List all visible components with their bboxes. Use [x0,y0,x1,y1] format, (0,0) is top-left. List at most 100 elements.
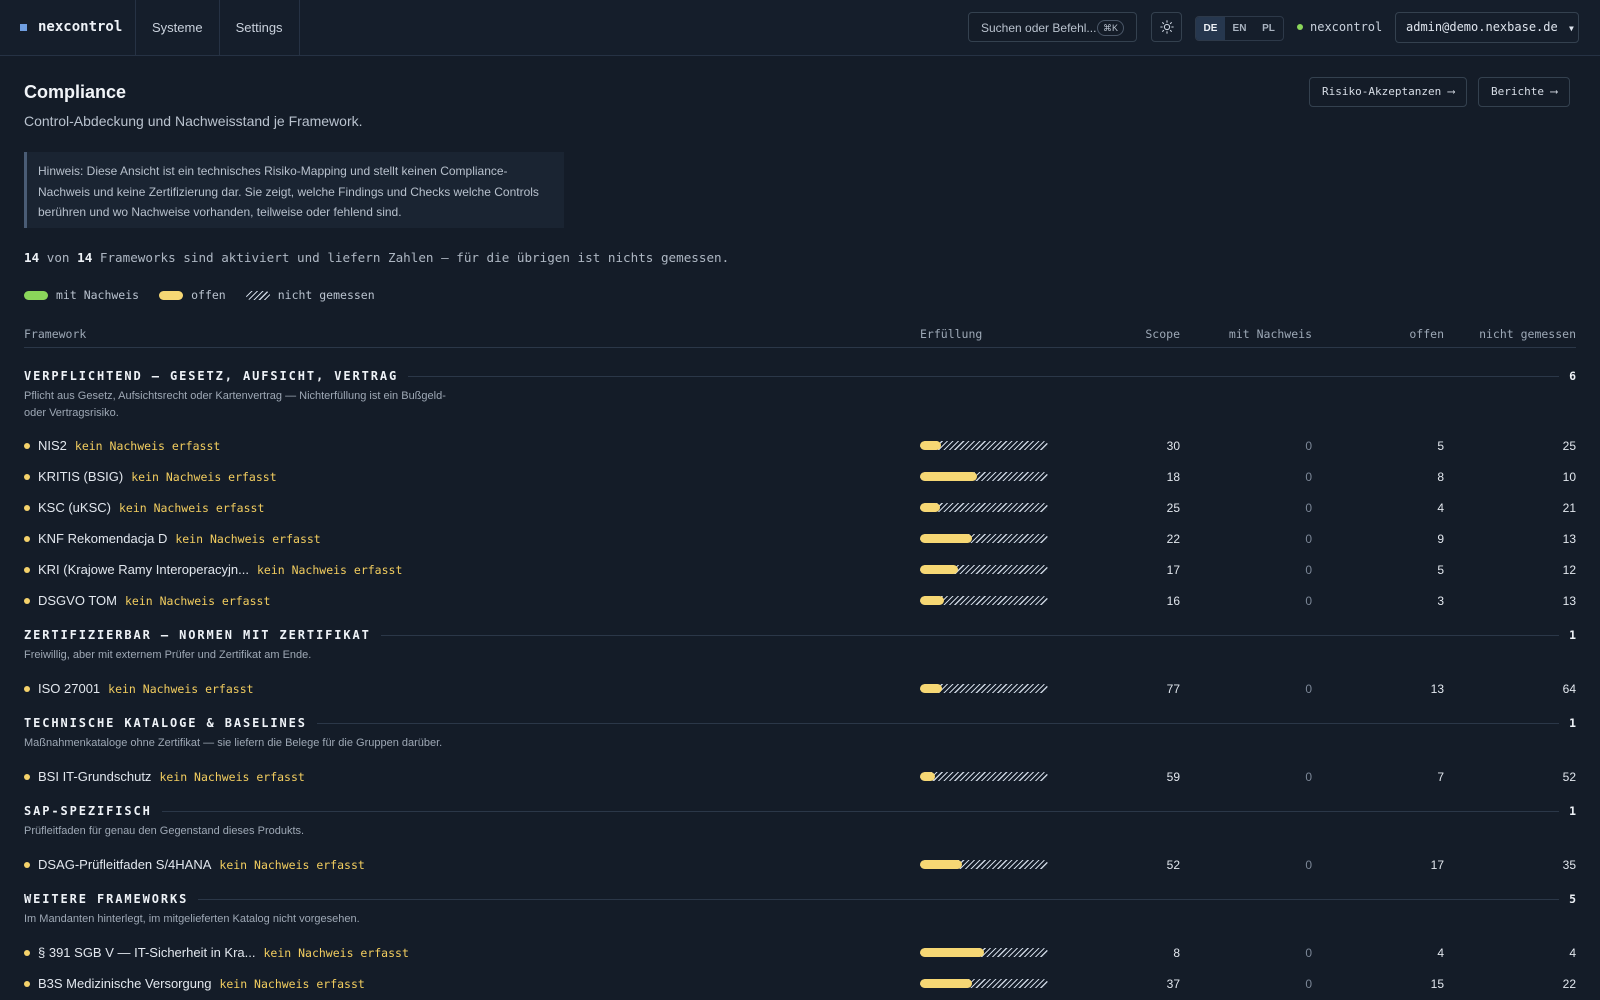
framework-name-link[interactable]: B3S Medizinische Versorgung kein Nachweis… [38,976,365,991]
summary-von: von [46,250,70,265]
framework-name-link[interactable]: NIS2 kein Nachweis erfasst [38,438,220,453]
open-value: 4 [1437,945,1444,960]
evidence-status-badge: kein Nachweis erfasst [175,532,321,546]
legend-item-evidence: mit Nachweis [24,288,139,302]
search-input[interactable]: Suchen oder Befehl... ⌘K [968,12,1137,42]
status-dot [24,980,30,987]
summary-text: Frameworks sind aktiviert und liefern Za… [99,250,730,265]
group-description: Im Mandanten hinterlegt, im mitgeliefert… [24,913,360,925]
scope-value: 25 [1166,501,1180,515]
caret-down-icon: ▼ [1568,24,1574,33]
fulfillment-bar-open [920,596,944,605]
fulfillment-bar [920,472,1048,481]
group-description: Maßnahmenkataloge ohne Zertifikat — sie … [24,737,443,749]
evidence-status-badge: kein Nachweis erfasst [159,769,305,784]
sun-icon [1159,20,1174,34]
fulfillment-bar [920,503,1048,512]
status-dot [24,443,30,449]
status-dot [24,861,30,868]
main-nav: Systeme Settings [135,0,300,55]
search-placeholder: Suchen oder Befehl... [981,21,1097,35]
open-value: 8 [1437,470,1444,484]
group-description: Prüfleitfaden für genau den Gegenstand d… [24,825,305,837]
risk-acceptances-button[interactable]: Risiko-Akzeptanzen ⟶ [1309,77,1468,107]
unmeasured-value: 21 [1562,501,1576,515]
status-dot [24,536,30,542]
legend-label: offen [191,288,226,302]
fulfillment-bar [920,771,1048,781]
col-header-framework[interactable]: Framework [24,327,86,341]
lang-de-button[interactable]: DE [1196,17,1225,40]
group-description: Pflicht aus Gesetz, Aufsichtsrecht oder … [24,390,446,419]
reports-button[interactable]: Berichte ⟶ [1478,77,1571,107]
evidence-status-badge: kein Nachweis erfasst [219,976,365,991]
language-switcher: DE EN PL [1195,16,1284,41]
framework-name: DSAG-Prüfleitfaden S/4HANA [38,856,212,872]
scope-value: 8 [1173,945,1180,960]
user-menu-button[interactable]: admin@demo.nexbase.de ▼ [1395,12,1579,43]
group-count: 1 [1559,628,1576,642]
legend: mit Nachweis offen nicht gemessen [24,288,395,302]
evidence-value: 0 [1305,857,1312,872]
status-dot [24,474,30,480]
brand-square-icon [20,23,27,31]
framework-name: § 391 SGB V — IT-Sicherheit in Kra... [38,944,256,960]
evidence-value: 0 [1305,532,1312,546]
summary-active-count: 14 [24,250,40,265]
user-email: admin@demo.nexbase.de [1406,20,1558,34]
fulfillment-bar [920,978,1048,988]
legend-swatch-evidence [24,290,48,300]
evidence-value: 0 [1305,563,1312,577]
group-divider [24,899,1576,900]
open-value: 4 [1437,501,1444,515]
unmeasured-value: 22 [1562,976,1576,991]
col-header-unmeasured[interactable]: nicht gemessen [1426,327,1576,341]
framework-name-link[interactable]: KNF Rekomendacja D kein Nachweis erfasst [38,531,321,546]
notice-line: Nachweis und keine Zertifizierung dar. S… [38,184,539,199]
framework-name: ISO 27001 [38,680,101,696]
nav-item-systeme[interactable]: Systeme [135,0,219,55]
lang-en-button[interactable]: EN [1225,17,1254,40]
group-count: 5 [1559,892,1576,906]
notice-line: berühren und wo Nachweise vorhanden, tei… [38,205,402,219]
framework-name-link[interactable]: DSAG-Prüfleitfaden S/4HANA kein Nachweis … [38,857,365,872]
group-description: Freiwillig, aber mit externem Prüfer und… [24,649,312,661]
nav-item-settings[interactable]: Settings [218,0,300,55]
group-count: 6 [1559,369,1576,383]
table-header-divider [24,347,1576,348]
evidence-value: 0 [1305,769,1312,784]
open-value: 13 [1430,681,1444,696]
brand-logo[interactable]: nexcontrol [20,19,122,35]
fulfillment-bar-open [920,534,972,543]
framework-name: KSC (uKSC) [38,500,111,515]
framework-name-link[interactable]: § 391 SGB V — IT-Sicherheit in Kra... kei… [38,945,409,960]
fulfillment-bar-open [920,441,941,450]
group-title: TECHNISCHE KATALOGE & BASELINES [24,716,317,730]
fulfillment-bar-open [920,472,977,481]
col-header-fulfillment[interactable]: Erfüllung [920,327,982,341]
evidence-value: 0 [1305,681,1312,696]
framework-name-link[interactable]: KRITIS (BSIG) kein Nachweis erfasst [38,469,277,484]
group-count: 1 [1559,804,1576,818]
framework-name-link[interactable]: KRI (Krajowe Ramy Interoperacyjn... kein … [38,562,402,577]
unmeasured-value: 52 [1562,769,1576,784]
lang-pl-button[interactable]: PL [1254,17,1283,40]
framework-name-link[interactable]: BSI IT-Grundschutz kein Nachweis erfasst [38,769,305,784]
open-value: 7 [1437,769,1444,784]
fulfillment-bar-open [920,859,962,869]
group-title: WEITERE FRAMEWORKS [24,892,199,906]
framework-name-link[interactable]: ISO 27001 kein Nachweis erfasst [38,681,254,696]
col-header-evidence[interactable]: mit Nachweis [1162,327,1312,341]
framework-name-link[interactable]: KSC (uKSC) kein Nachweis erfasst [38,500,264,515]
framework-name-link[interactable]: DSGVO TOM kein Nachweis erfasst [38,593,270,608]
unmeasured-value: 25 [1562,439,1576,453]
fulfillment-bar-open [920,683,942,693]
evidence-status-badge: kein Nachweis erfasst [74,439,221,453]
fulfillment-bar-open [920,503,940,512]
framework-name: BSI IT-Grundschutz [38,768,152,784]
legend-item-open: offen [159,288,226,302]
framework-name: KNF Rekomendacja D [38,531,168,546]
theme-toggle-button[interactable] [1151,12,1182,42]
group-title: SAP-SPEZIFISCH [24,804,162,818]
evidence-status-badge: kein Nachweis erfasst [124,594,271,608]
